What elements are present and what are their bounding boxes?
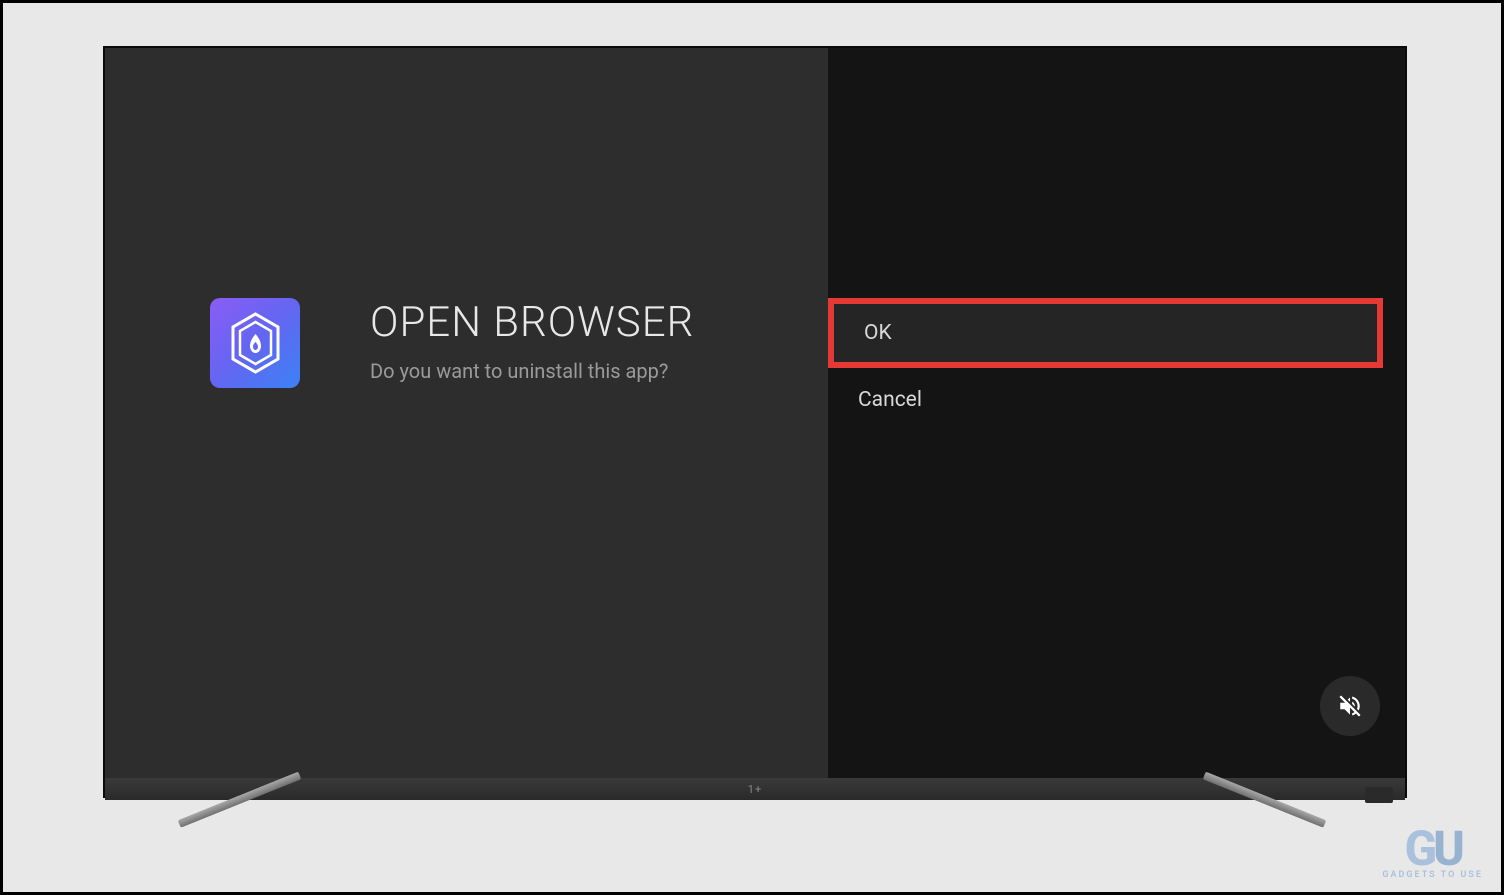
app-info: OPEN BROWSER Do you want to uninstall th… (370, 298, 694, 383)
tv-brand-logo: 1+ (748, 783, 762, 796)
watermark-logo: GU (1404, 827, 1461, 870)
tv-frame: OPEN BROWSER Do you want to uninstall th… (103, 46, 1407, 798)
tv-screen: OPEN BROWSER Do you want to uninstall th… (105, 48, 1405, 778)
dialog-info-panel: OPEN BROWSER Do you want to uninstall th… (105, 48, 828, 778)
cancel-button[interactable]: Cancel (828, 368, 1383, 432)
tv-stand-left (173, 796, 303, 856)
ok-button[interactable]: OK (828, 298, 1383, 368)
app-title: OPEN BROWSER (370, 298, 694, 347)
hexagon-flame-icon (228, 312, 283, 374)
watermark-text: GADGETS TO USE (1382, 870, 1483, 880)
watermark: GU GADGETS TO USE (1382, 827, 1483, 880)
cancel-button-label: Cancel (858, 388, 922, 412)
dialog-actions-panel: OK Cancel (828, 48, 1405, 778)
app-icon (210, 298, 300, 388)
app-header: OPEN BROWSER Do you want to uninstall th… (210, 298, 783, 388)
mute-button[interactable] (1320, 676, 1380, 736)
volume-muted-icon (1337, 693, 1363, 719)
tv-stand-right (1201, 796, 1331, 856)
ok-button-label: OK (864, 321, 892, 345)
uninstall-prompt: Do you want to uninstall this app? (370, 359, 694, 383)
tv-power-button (1365, 787, 1393, 803)
